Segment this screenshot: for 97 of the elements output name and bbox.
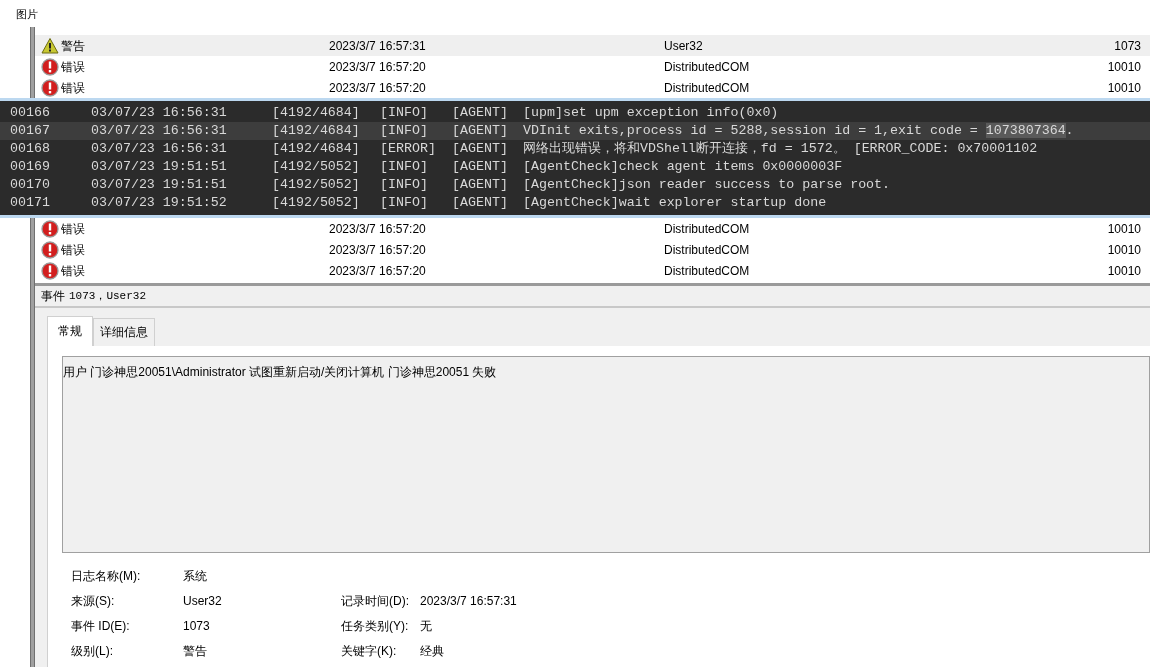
table-cell: 10010 [1107, 221, 1141, 236]
log-field: [AGENT] [452, 195, 508, 210]
table-cell-text: 错误 [61, 241, 85, 259]
field-value: 系统 [183, 568, 208, 585]
header-label: 事件 [41, 288, 65, 305]
log-field: 03/07/23 16:56:31 [91, 141, 227, 156]
table-cell: 2023/3/7 16:57:20 [329, 221, 426, 236]
log-line[interactable]: 00169 03/07/23 19:51:51 [4192/5052] [INFO] [AGENT] [AgentCheck]check agent items 0x0000003F [0, 158, 1150, 176]
log-field: 00168 [10, 141, 50, 156]
table-cell-text: 错误 [61, 220, 85, 238]
table-cell: User32 [664, 38, 703, 53]
log-line[interactable]: 00166 03/07/23 16:56:31 [4192/4684] [INFO] [AGENT] [upm]set upm exception info(0x0) [0, 104, 1150, 122]
field-value: 2023/3/7 16:57:31 [420, 593, 518, 610]
log-field: [INFO] [380, 105, 428, 120]
log-field: [INFO] [380, 195, 428, 210]
log-field: [INFO] [380, 123, 428, 138]
field-label: 日志名称(M): [71, 568, 142, 585]
warning-icon [41, 36, 59, 55]
table-cell-text: 警告 [61, 37, 85, 55]
table-cell: 10010 [1107, 59, 1141, 74]
error-icon [41, 78, 59, 97]
log-field: 00170 [10, 177, 50, 192]
error-icon [41, 57, 59, 76]
log-field: [4192/5052] [272, 159, 360, 174]
log-line[interactable]: 00168 03/07/23 16:56:31 [4192/4684] [ERROR] [AGENT] 网络出现错误，将和VDShell断开连接，fd = 1572。 [ERROR_CODE: 0x70001102 [0, 140, 1150, 158]
log-field: [AGENT] [452, 123, 508, 138]
log-field: [AGENT] [452, 159, 508, 174]
field-value: 1073 [183, 618, 211, 635]
tab[interactable]: 常规 [47, 316, 93, 346]
table-cell: 2023/3/7 16:57:20 [329, 242, 426, 257]
table-cell: DistributedCOM [664, 59, 750, 74]
log-message: [AgentCheck]wait explorer startup done [523, 194, 827, 212]
log-field: 00166 [10, 105, 50, 120]
event-row[interactable]: 错误 2023/3/7 16:57:20 DistributedCOM 10010 [35, 260, 1150, 281]
window-title: 图片 [15, 7, 39, 22]
table-cell: DistributedCOM [664, 263, 750, 278]
header-value: 1073，User32 [69, 288, 146, 304]
log-field: [INFO] [380, 159, 428, 174]
log-field: 00167 [10, 123, 50, 138]
table-cell: 10010 [1107, 242, 1141, 257]
log-field: [4192/4684] [272, 141, 360, 156]
table-cell: 10010 [1107, 263, 1141, 278]
log-field: 03/07/23 19:51:52 [91, 195, 227, 210]
event-row[interactable]: 错误 2023/3/7 16:57:20 DistributedCOM 10010 [35, 218, 1150, 239]
table-cell: DistributedCOM [664, 242, 750, 257]
event-row[interactable]: 警告 2023/3/7 16:57:31 User32 1073 [35, 35, 1150, 56]
log-line[interactable]: 00171 03/07/23 19:51:52 [4192/5052] [INFO] [AGENT] [AgentCheck]wait explorer startup done [0, 194, 1150, 212]
table-cell: 2023/3/7 16:57:20 [329, 59, 426, 74]
log-field: [AGENT] [452, 141, 508, 156]
log-field: [AGENT] [452, 105, 508, 120]
table-cell: 10010 [1107, 80, 1141, 95]
log-field: 03/07/23 19:51:51 [91, 177, 227, 192]
field-label: 来源(S): [71, 593, 116, 610]
message-text: 用户 门诊神思20051\Administrator 试图重新启动/关闭计算机 门诊神思20051 失败 [63, 365, 497, 379]
log-field: 03/07/23 16:56:31 [91, 123, 227, 138]
log-field: [ERROR] [380, 141, 436, 156]
field-label: 级别(L): [71, 643, 114, 660]
log-message: [AgentCheck]json reader success to parse root. [523, 176, 891, 194]
field-value: 经典 [420, 643, 445, 660]
log-field: [4192/5052] [272, 177, 360, 192]
field-label: 任务类别(Y): [341, 618, 410, 635]
event-row[interactable]: 错误 2023/3/7 16:57:20 DistributedCOM 10010 [35, 239, 1150, 260]
table-cell: 1073 [1114, 38, 1141, 53]
table-cell-text: 错误 [61, 79, 85, 97]
table-cell-text: 错误 [61, 58, 85, 76]
log-field: 00171 [10, 195, 50, 210]
log-line[interactable]: 00170 03/07/23 19:51:51 [4192/5052] [INFO] [AGENT] [AgentCheck]json reader success to parse root. [0, 176, 1150, 194]
log-field: 03/07/23 19:51:51 [91, 159, 227, 174]
table-cell: DistributedCOM [664, 221, 750, 236]
error-icon [41, 240, 59, 259]
tab[interactable]: 详细信息 [93, 318, 155, 346]
field-value: 警告 [183, 643, 208, 660]
field-value: 无 [420, 618, 433, 635]
log-field: [AGENT] [452, 177, 508, 192]
field-label: 记录时间(D): [341, 593, 410, 610]
log-message: [AgentCheck]check agent items 0x0000003F [523, 158, 843, 176]
log-field: [4192/5052] [272, 195, 360, 210]
field-label: 关键字(K): [341, 643, 398, 660]
field-value: User32 [183, 593, 223, 610]
log-field: 00169 [10, 159, 50, 174]
table-cell: 2023/3/7 16:57:20 [329, 80, 426, 95]
table-cell: 2023/3/7 16:57:31 [329, 38, 426, 53]
log-field: [4192/4684] [272, 105, 360, 120]
log-field: [INFO] [380, 177, 428, 192]
event-row[interactable]: 错误 2023/3/7 16:57:20 DistributedCOM 10010 [35, 77, 1150, 98]
table-cell: 2023/3/7 16:57:20 [329, 263, 426, 278]
table-cell-text: 错误 [61, 262, 85, 280]
log-message: 网络出现错误，将和VDShell断开连接，fd = 1572。 [ERROR_CODE: 0x70001102 [523, 140, 1038, 158]
error-icon [41, 261, 59, 280]
table-cell: DistributedCOM [664, 80, 750, 95]
field-label: 事件 ID(E): [71, 618, 131, 635]
event-row[interactable]: 错误 2023/3/7 16:57:20 DistributedCOM 10010 [35, 56, 1150, 77]
log-field: [4192/4684] [272, 123, 360, 138]
log-field: 03/07/23 16:56:31 [91, 105, 227, 120]
log-message: VDInit exits,process id = 5288,session id = 1,exit code = 1073807364. [523, 122, 1074, 140]
log-message: [upm]set upm exception info(0x0) [523, 104, 779, 122]
error-icon [41, 219, 59, 238]
